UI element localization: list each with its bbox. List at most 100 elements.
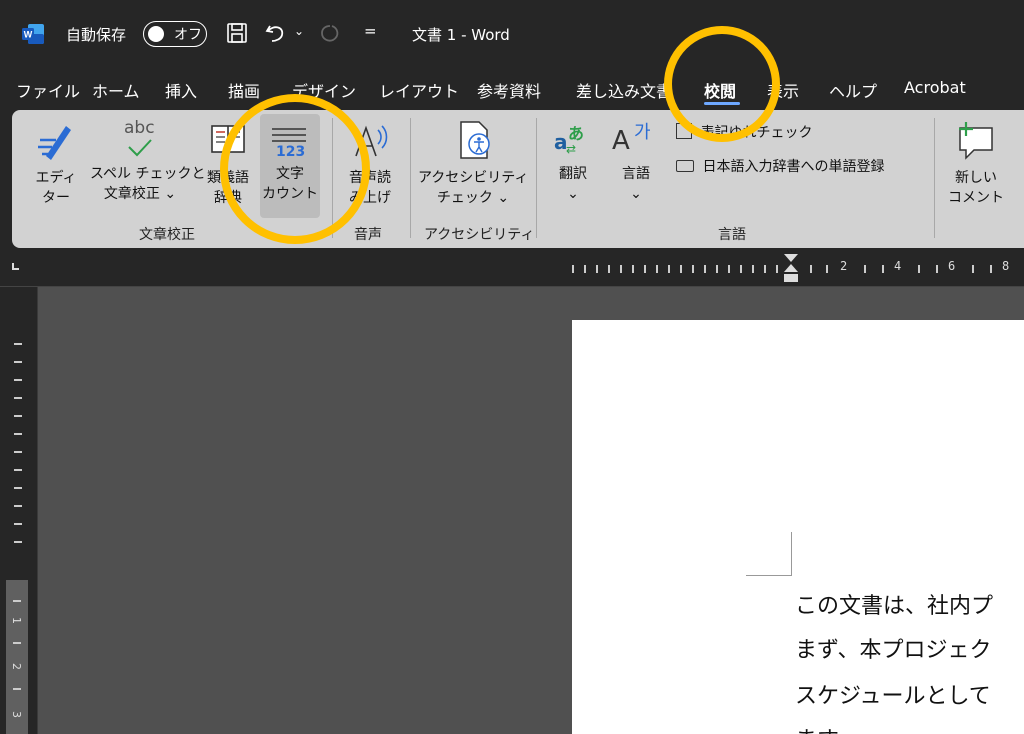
ruler-tick [882, 265, 884, 273]
group-label-accessibility: アクセシビリティ [424, 227, 535, 243]
ruler-tick [668, 265, 670, 273]
highlight-circle-word-count [220, 94, 370, 244]
tab-acrobat[interactable]: Acrobat [904, 78, 966, 97]
ruler-tick [656, 265, 658, 273]
translate-dropdown-icon: ⌄ [567, 186, 579, 202]
language-button[interactable]: A 가 言語 ⌄ [606, 118, 666, 204]
new-comment-icon [959, 122, 993, 160]
document-page[interactable] [572, 320, 1024, 734]
tab-references[interactable]: 参考資料 [477, 78, 541, 102]
tab-file[interactable]: ファイル [16, 78, 80, 102]
document-text-line[interactable]: ます。 [795, 722, 859, 734]
tab-home[interactable]: ホーム [92, 78, 140, 102]
ruler-tick [13, 688, 21, 690]
ruler-tick [572, 265, 574, 273]
spelling-label-1: スペル チェックと [90, 166, 206, 182]
ruler-number: 2 [840, 259, 848, 273]
group-separator [536, 118, 537, 238]
ruler-tick [918, 265, 920, 273]
toggle-knob [148, 26, 164, 42]
ruler-tick [596, 265, 598, 273]
tab-insert[interactable]: 挿入 [165, 78, 197, 102]
tab-selector[interactable] [12, 263, 19, 270]
ruler-tick [810, 265, 812, 273]
ruler-tick [680, 265, 682, 273]
indent-marker-icon[interactable] [782, 252, 800, 286]
ruler-tick [14, 415, 22, 417]
ruler-tick [14, 469, 22, 471]
highlight-circle-review-tab [664, 26, 780, 142]
tab-draw[interactable]: 描画 [228, 78, 260, 102]
translate-icon: a あ ⇄ [554, 124, 585, 156]
autosave-label: 自動保存 [66, 26, 127, 44]
ribbon-review: エディ ター abc スペル チェックと 文章校正 ⌄ 類義語 辞典 123 文… [12, 110, 1024, 248]
autosave-state: オフ [174, 27, 202, 43]
word-logo-icon: W [22, 24, 44, 44]
editor-label-1: エディ [35, 170, 77, 186]
save-icon[interactable] [226, 22, 248, 44]
add-to-dictionary-button[interactable]: 日本語入力辞書への単語登録 [676, 156, 884, 176]
ruler-number: 2 [10, 663, 23, 670]
ruler-tick [14, 487, 22, 489]
ruler-tick [990, 265, 992, 273]
ribbon-tabs: ファイル ホーム 挿入 描画 デザイン レイアウト 参考資料 差し込み文書 校閲… [0, 72, 1024, 108]
tab-mailings[interactable]: 差し込み文書 [576, 78, 672, 102]
translate-button[interactable]: a あ ⇄ 翻訳 ⌄ [546, 118, 600, 204]
ruler-tick [608, 265, 610, 273]
spellcheck-icon: abc [90, 118, 190, 164]
ruler-tick [716, 265, 718, 273]
accessibility-label-2: チェック ⌄ [436, 190, 510, 206]
ruler-tick [864, 265, 866, 273]
redo-icon[interactable] [318, 22, 344, 44]
spelling-label-2: 文章校正 ⌄ [103, 186, 177, 202]
group-label-speech: 音声 [354, 227, 382, 243]
document-text-line[interactable]: この文書は、社内プ [795, 588, 993, 620]
title-bar: W 自動保存 オフ ⌄ = 文書 1 - Word [0, 0, 1024, 66]
ruler-tick [14, 379, 22, 381]
ruler-tick [826, 265, 828, 273]
svg-text:W: W [24, 30, 33, 40]
editor-button[interactable]: エディ ター [34, 118, 78, 208]
horizontal-ruler[interactable]: 2 4 6 8 [566, 254, 1024, 284]
keyboard-icon [676, 160, 694, 172]
tab-layout[interactable]: レイアウト [379, 78, 459, 102]
ruler-tick [14, 343, 22, 345]
translate-label: 翻訳 [559, 166, 587, 182]
accessibility-label-1: アクセシビリティ [418, 170, 529, 186]
accessibility-icon [460, 121, 490, 159]
autosave-toggle[interactable]: オフ [143, 21, 207, 47]
editor-label-2: ター [42, 190, 70, 206]
group-label-proofing: 文章校正 [139, 227, 195, 243]
spelling-grammar-button[interactable]: abc スペル チェックと 文章校正 ⌄ [90, 118, 206, 204]
ruler-tick [584, 265, 586, 273]
ruler-tick [936, 265, 938, 273]
editor-pen-icon [38, 126, 71, 160]
ruler-tick [764, 265, 766, 273]
ruler-tick [972, 265, 974, 273]
new-comment-label-2: コメント [948, 190, 1004, 206]
ruler-number: 1 [10, 617, 23, 624]
ruler-tick [14, 541, 22, 543]
ruler-tick [704, 265, 706, 273]
ruler-tick [14, 361, 22, 363]
ruler-tick [692, 265, 694, 273]
language-dropdown-icon: ⌄ [630, 186, 642, 202]
document-title: 文書 1 - Word [412, 26, 510, 44]
language-icon: A 가 [612, 122, 651, 156]
document-text-line[interactable]: まず、本プロジェク [795, 632, 991, 664]
ruler-number: 3 [10, 711, 23, 718]
ruler-tick [740, 265, 742, 273]
undo-dropdown-icon[interactable]: ⌄ [294, 24, 304, 38]
ruler-tick [632, 265, 634, 273]
ruler-tick [14, 505, 22, 507]
new-comment-button[interactable]: 新しい コメント [946, 118, 1006, 208]
check-accessibility-button[interactable]: アクセシビリティ チェック ⌄ [418, 118, 528, 208]
ruler-tick [14, 451, 22, 453]
ruler-number: 6 [948, 259, 956, 273]
document-text-line[interactable]: スケジュールとして [795, 678, 991, 710]
ruler-tick [13, 642, 21, 644]
group-separator [410, 118, 411, 238]
tab-help[interactable]: ヘルプ [829, 78, 877, 102]
customize-toolbar-icon[interactable]: = [364, 22, 377, 40]
undo-icon[interactable] [264, 22, 290, 44]
